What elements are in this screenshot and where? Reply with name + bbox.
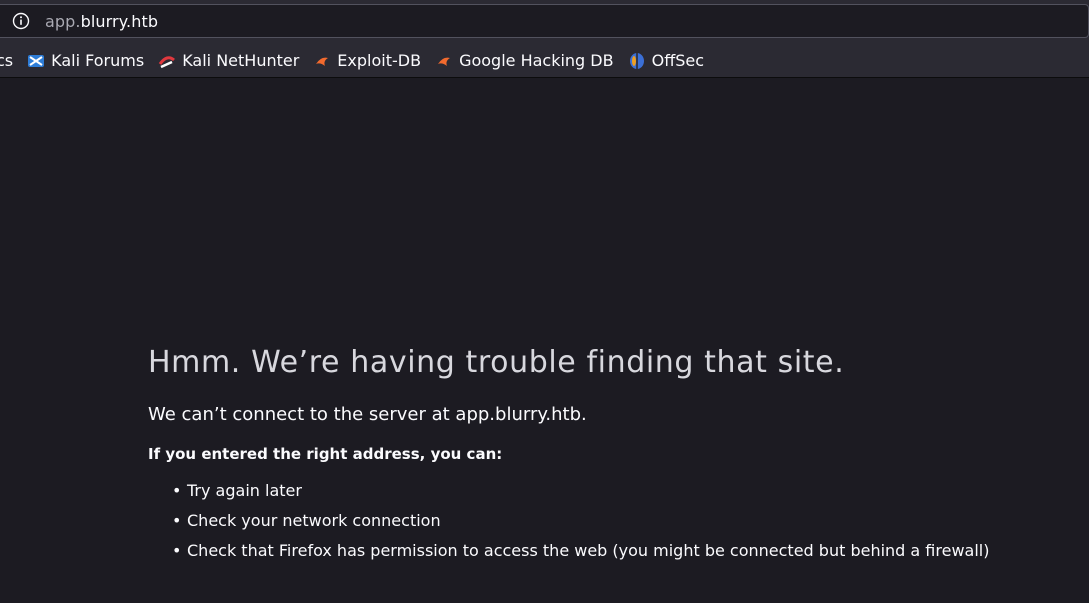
url-text[interactable]: app.blurry.htb	[45, 12, 158, 31]
bookmark-kali-nethunter[interactable]: Kali NetHunter	[154, 48, 303, 74]
bookmark-label: Kali NetHunter	[182, 51, 300, 70]
info-circle-icon[interactable]	[12, 12, 30, 30]
bookmark-offsec[interactable]: OffSec	[624, 48, 708, 74]
bookmark-partial[interactable]: cs	[0, 48, 17, 74]
kali-forums-icon	[27, 52, 45, 70]
navigation-toolbar: app.blurry.htb	[0, 0, 1089, 44]
url-subdomain: app.	[45, 11, 81, 31]
error-description: We can’t connect to the server at app.bl…	[148, 404, 587, 425]
kali-nethunter-icon	[158, 52, 176, 70]
list-item: Try again later	[172, 481, 1078, 500]
error-title: Hmm. We’re having trouble finding that s…	[148, 345, 845, 380]
bookmark-label: Kali Forums	[51, 51, 145, 70]
address-bar[interactable]: app.blurry.htb	[0, 4, 1089, 38]
list-item: Check that Firefox has permission to acc…	[172, 541, 1078, 560]
bookmark-label: Exploit-DB	[337, 51, 422, 70]
error-tips-list: Try again later Check your network conne…	[148, 481, 1078, 560]
bookmark-kali-forums[interactable]: Kali Forums	[23, 48, 148, 74]
url-host: blurry.htb	[80, 11, 159, 31]
bookmark-label: OffSec	[651, 51, 705, 70]
bookmark-exploit-db[interactable]: Exploit-DB	[309, 48, 425, 74]
error-page: Hmm. We’re having trouble finding that s…	[148, 345, 1078, 571]
bookmark-label: Google Hacking DB	[459, 51, 614, 70]
bookmark-google-hacking-db[interactable]: Google Hacking DB	[431, 48, 618, 74]
error-hint: If you entered the right address, you ca…	[148, 445, 503, 463]
bookmark-label: cs	[0, 51, 14, 70]
list-item: Check your network connection	[172, 511, 1078, 530]
bookmarks-toolbar: cs Kali Forums Kali NetHunter Exploit-DB	[0, 44, 1089, 78]
offsec-icon	[628, 52, 646, 70]
exploit-db-icon	[313, 52, 331, 70]
google-hacking-db-icon	[435, 52, 453, 70]
